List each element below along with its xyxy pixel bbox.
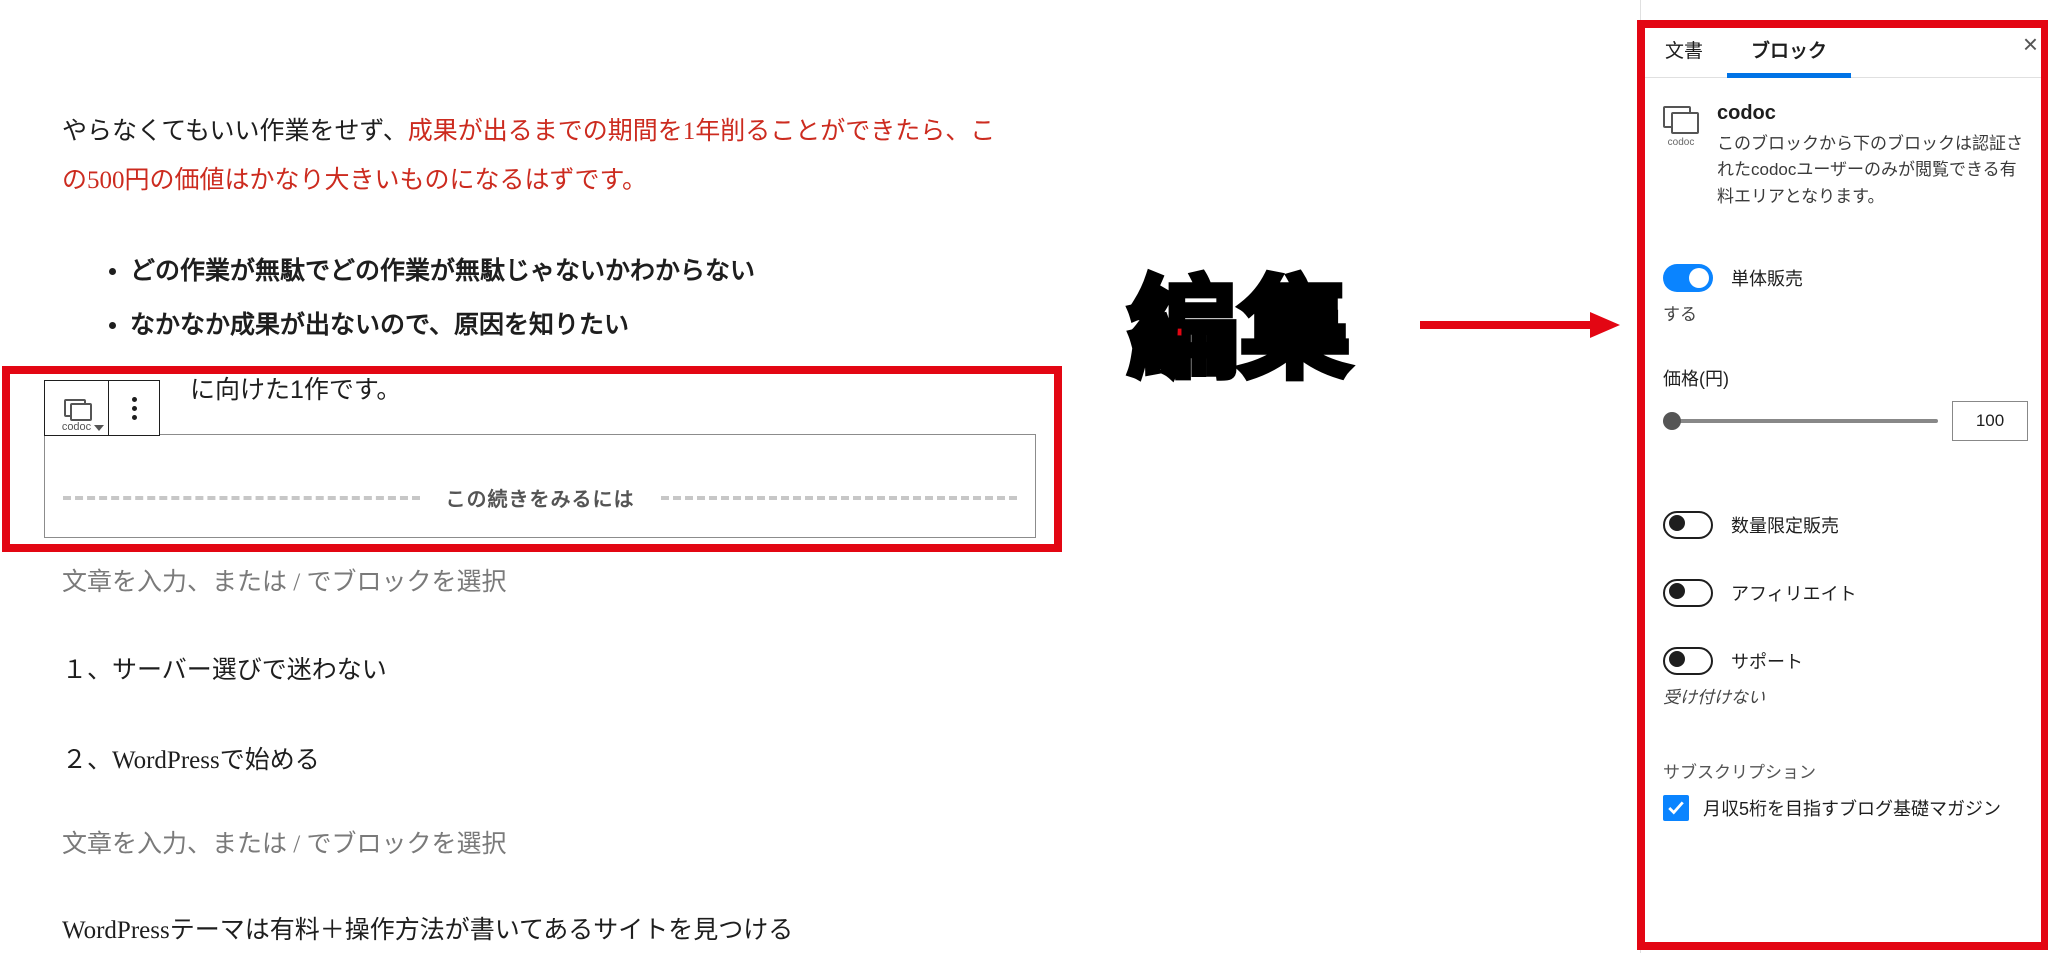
toggle-sublabel: 受け付けない bbox=[1663, 683, 2028, 708]
paragraph[interactable]: WordPressテーマは有料＋操作方法が書いてあるサイトを見つける bbox=[62, 910, 793, 946]
block-toolbar: codoc bbox=[44, 380, 160, 436]
codoc-icon-label: codoc bbox=[1663, 137, 1699, 148]
dashed-line bbox=[661, 496, 1018, 500]
price-slider[interactable] bbox=[1663, 419, 1938, 423]
block-settings: 単体販売 する 価格(円) 100 数量限定販売 アフィリエイト bbox=[1641, 214, 2048, 821]
codoc-divider: この続きをみるには bbox=[63, 483, 1017, 512]
block-placeholder[interactable]: 文章を入力、または / でブロックを選択 bbox=[62, 562, 506, 598]
block-header: codoc codoc このブロックから下のブロックは認証されたcodocユーザ… bbox=[1641, 78, 2048, 214]
annotation-label: 編集 bbox=[1128, 240, 1352, 400]
close-icon[interactable]: × bbox=[2023, 29, 2048, 60]
list-item[interactable]: どの作業が無駄でどの作業が無駄じゃないかわからない bbox=[130, 248, 1002, 297]
toggle-label: アフィリエイト bbox=[1731, 580, 1857, 606]
block-name: codoc bbox=[1717, 102, 2028, 125]
subscription-name: 月収5桁を目指すブログ基礎マガジン bbox=[1703, 795, 2001, 821]
setting-limited: 数量限定販売 bbox=[1663, 511, 2028, 539]
slider-thumb[interactable] bbox=[1663, 412, 1681, 430]
codoc-divider-label: この続きをみるには bbox=[420, 483, 661, 512]
paragraph[interactable]: やらなくてもいい作業をせず、成果が出るまでの期間を1年削ることができたら、この5… bbox=[62, 108, 1002, 206]
setting-price: 価格(円) 100 bbox=[1663, 365, 2028, 441]
section-subscription-label: サブスクリプション bbox=[1663, 758, 2028, 783]
subscription-item[interactable]: 月収5桁を目指すブログ基礎マガジン bbox=[1663, 795, 2028, 821]
tab-block[interactable]: ブロック bbox=[1727, 20, 1851, 77]
toggle-affiliate[interactable] bbox=[1663, 579, 1713, 607]
toggle-label: サポート bbox=[1731, 648, 1803, 674]
block-placeholder[interactable]: 文章を入力、または / でブロックを選択 bbox=[62, 824, 506, 860]
codoc-icon bbox=[64, 399, 90, 417]
editor-canvas: やらなくてもいい作業をせず、成果が出るまでの期間を1年削ることができたら、この5… bbox=[0, 0, 1640, 953]
kebab-icon bbox=[132, 397, 137, 420]
block-description: このブロックから下のブロックは認証されたcodocユーザーのみが閲覧できる有料エ… bbox=[1717, 131, 2028, 210]
sidebar-tabs: 文書 ブロック × bbox=[1641, 12, 2048, 78]
toggle-label: 数量限定販売 bbox=[1731, 512, 1839, 538]
paragraph-text: やらなくてもいい作業をせず、 bbox=[62, 118, 408, 145]
settings-sidebar: 文書 ブロック × codoc codoc このブロックから下のブロックは認証さ… bbox=[1640, 0, 2048, 953]
toggle-limited[interactable] bbox=[1663, 511, 1713, 539]
setting-single-sale: 単体販売 する bbox=[1663, 264, 2028, 325]
codoc-icon-label: codoc bbox=[45, 421, 108, 433]
toggle-sublabel: する bbox=[1663, 300, 2028, 325]
block-type-button[interactable]: codoc bbox=[45, 381, 109, 435]
setting-support: サポート 受け付けない bbox=[1663, 647, 2028, 708]
paragraph-fragment: に向けた1作です。 bbox=[190, 370, 401, 406]
dashed-line bbox=[63, 496, 420, 500]
tab-document[interactable]: 文書 bbox=[1641, 20, 1727, 77]
annotation-arrow bbox=[1420, 312, 1620, 338]
price-label: 価格(円) bbox=[1663, 365, 2028, 391]
paragraph[interactable]: ２、WordPressで始める bbox=[62, 740, 320, 776]
paragraph[interactable]: １、サーバー選びで迷わない bbox=[62, 650, 387, 686]
list-item[interactable]: なかなか成果が出ないので、原因を知りたい bbox=[130, 302, 1002, 351]
block-more-button[interactable] bbox=[109, 381, 159, 435]
codoc-icon: codoc bbox=[1663, 106, 1699, 134]
checkbox-checked[interactable] bbox=[1663, 795, 1689, 821]
bullet-list[interactable]: どの作業が無駄でどの作業が無駄じゃないかわからない なかなか成果が出ないので、原… bbox=[130, 248, 1002, 352]
content-column: やらなくてもいい作業をせず、成果が出るまでの期間を1年削ることができたら、この5… bbox=[62, 108, 1002, 351]
codoc-block[interactable]: この続きをみるには bbox=[44, 434, 1036, 538]
toggle-support[interactable] bbox=[1663, 647, 1713, 675]
price-input[interactable]: 100 bbox=[1952, 401, 2028, 441]
annotation-frame-codoc: に向けた1作です。 codoc この続きをみるには bbox=[2, 366, 1062, 552]
setting-affiliate: アフィリエイト bbox=[1663, 579, 2028, 607]
toggle-single-sale[interactable] bbox=[1663, 264, 1713, 292]
check-icon bbox=[1667, 799, 1685, 817]
toggle-label: 単体販売 bbox=[1731, 265, 1803, 291]
